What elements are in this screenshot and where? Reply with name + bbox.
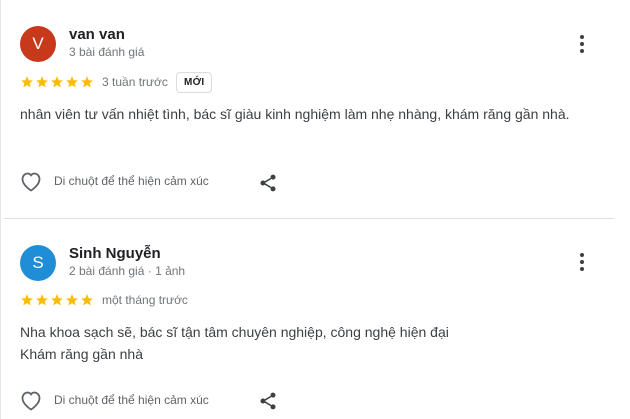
more-vert-icon-dot [580, 267, 584, 271]
review-text: nhân viên tư vấn nhiệt tình, bác sĩ giàu… [20, 106, 570, 122]
share-icon[interactable] [258, 391, 278, 411]
more-vert-icon-dot [580, 260, 584, 264]
more-vert-icon-dot [580, 42, 584, 46]
rating-row: một tháng trước [20, 289, 188, 311]
star-icon [81, 76, 93, 88]
more-vert-icon-dot [580, 49, 584, 53]
react-button[interactable]: Di chuột để thể hiện cảm xúc [19, 170, 209, 192]
star-icon [21, 294, 33, 306]
review-time: một tháng trước [102, 293, 188, 307]
heart-icon [21, 172, 41, 192]
star-icon [36, 76, 48, 88]
react-label: Di chuột để thể hiện cảm xúc [54, 393, 209, 407]
star-icon [66, 76, 78, 88]
react-label: Di chuột để thể hiện cảm xúc [54, 174, 209, 188]
share-icon[interactable] [258, 173, 278, 193]
heart-icon [21, 391, 41, 411]
star-icon [21, 76, 33, 88]
avatar-letter: V [32, 34, 44, 53]
review-card: S Sinh Nguyễn 2 bài đánh giá · 1 ảnh một… [0, 218, 630, 419]
more-vert-icon [580, 253, 584, 257]
review-time: 3 tuần trước [102, 75, 168, 89]
reviewer-name[interactable]: van van [69, 26, 125, 43]
more-vert-icon [580, 35, 584, 39]
reviewer-name[interactable]: Sinh Nguyễn [69, 245, 161, 262]
react-button[interactable]: Di chuột để thể hiện cảm xúc [19, 389, 209, 411]
review-text-line: Khám răng gần nhà [20, 346, 143, 362]
star-rating [20, 293, 94, 307]
reviewer-meta[interactable]: 2 bài đánh giá · 1 ảnh [69, 264, 185, 278]
star-icon [36, 294, 48, 306]
star-icon [51, 294, 63, 306]
review-text-line: Nha khoa sạch sẽ, bác sĩ tận tâm chuyên … [20, 324, 449, 340]
new-badge: MỚI [175, 71, 213, 93]
more-options-button[interactable] [572, 250, 592, 274]
avatar[interactable]: S [20, 245, 56, 281]
star-icon [81, 294, 93, 306]
review-card: V van van 3 bài đánh giá 3 tuần trước MỚ… [0, 0, 630, 218]
star-rating [20, 75, 94, 89]
rating-row: 3 tuần trước MỚI [20, 71, 213, 93]
star-icon [51, 76, 63, 88]
reviewer-meta[interactable]: 3 bài đánh giá [69, 45, 144, 59]
avatar-letter: S [32, 253, 44, 272]
more-options-button[interactable] [572, 32, 592, 56]
review-text: Nha khoa sạch sẽ, bác sĩ tận tâm chuyên … [20, 321, 610, 365]
star-icon [66, 294, 78, 306]
avatar[interactable]: V [20, 26, 56, 62]
